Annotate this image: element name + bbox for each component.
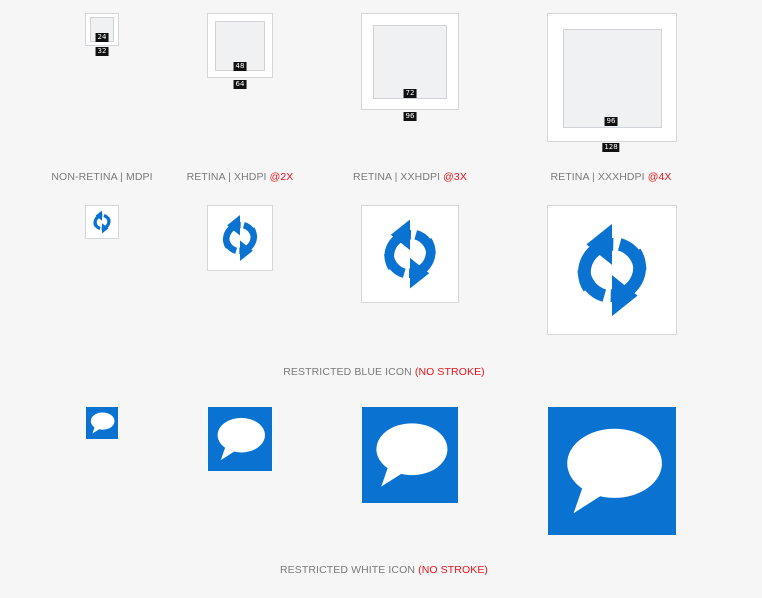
section-label-text: RESTRICTED BLUE ICON [283,366,415,378]
refresh-icon [208,206,272,270]
density-label-mdpi: NON-RETINA | MDPI [51,171,152,183]
section-label-text: RESTRICTED WHITE ICON [279,564,419,576]
chat-bubble-icon [217,417,265,461]
chat-bubble-icon [376,423,448,487]
density-label-accent: @3X [443,171,467,183]
refresh-tile-64 [207,205,273,271]
density-label-text: RETINA | XHDPI [186,171,270,183]
size-label-32: 32 [95,47,109,56]
section-label-blue-icon: RESTRICTED BLUE ICON (NO STROKE) [283,366,485,378]
size-label-128: 128 [602,143,620,152]
chat-tile-64 [208,407,272,471]
section-label-accent: (NO STROKE) [414,366,485,378]
density-label-accent: @2X [269,171,294,183]
refresh-icon [362,206,458,302]
size-label-96: 96 [403,112,417,121]
refresh-icon [93,208,111,236]
chat-tile-96 [362,407,458,503]
refresh-tile-32 [85,205,119,239]
size-label-24: 24 [95,33,109,42]
section-label-accent: (NO STROKE) [418,564,489,576]
size-box-96-inner [563,29,662,128]
refresh-icon [548,206,676,334]
refresh-tile-128 [547,205,677,335]
size-box-72 [373,25,447,99]
chat-tile-32 [86,407,118,439]
density-label-accent: @4X [647,171,672,183]
density-label-text: NON-RETINA | MDPI [51,171,153,183]
size-label-48: 48 [233,62,247,71]
density-label-xhdpi: RETINA | XHDPI @2X [187,171,294,183]
density-label-text: RETINA | XXXHDPI [550,171,648,183]
density-label-text: RETINA | XXHDPI [353,171,444,183]
refresh-tile-96 [361,205,459,303]
section-label-white-icon: RESTRICTED WHITE ICON (NO STROKE) [280,564,488,576]
size-label-64: 64 [233,80,247,89]
chat-bubble-icon [90,412,115,434]
density-label-xxhdpi: RETINA | XXHDPI @3X [353,171,467,183]
chat-tile-128 [548,407,676,535]
size-label-96-b: 96 [604,117,618,126]
density-label-xxxhdpi: RETINA | XXXHDPI @4X [550,171,671,183]
chat-bubble-icon [567,428,662,514]
size-label-72: 72 [403,89,417,98]
